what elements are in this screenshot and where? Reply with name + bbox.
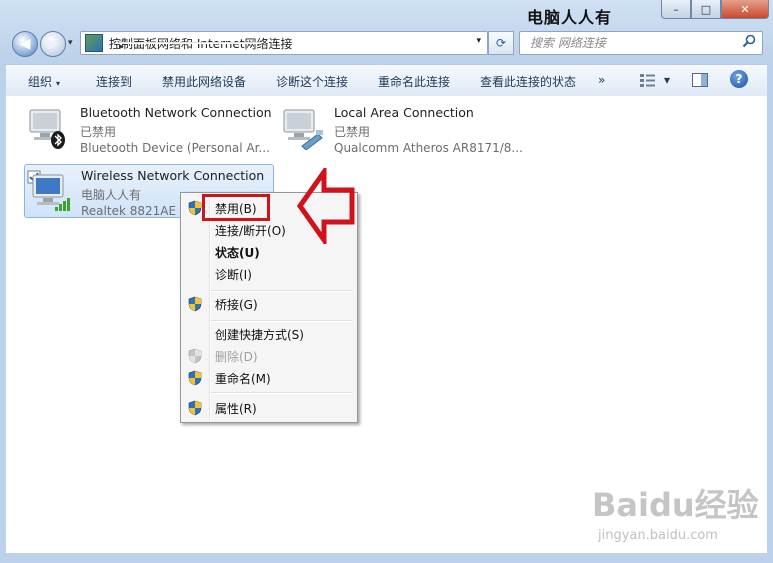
menu-item-label: 诊断(I) <box>215 268 252 282</box>
menu-item-delete: 删除(D) <box>183 345 353 367</box>
back-button[interactable]: ◀ <box>12 31 38 57</box>
connection-status: 电脑人人有 <box>81 188 142 202</box>
connection-status: 已禁用 <box>80 125 117 139</box>
view-status-button[interactable]: 查看此连接的状态 <box>480 73 576 90</box>
connect-to-button[interactable]: 连接到 <box>96 73 132 90</box>
connection-device: Realtek 8821AE W <box>81 204 192 218</box>
breadcrumb-separator[interactable]: ▸ <box>119 42 261 52</box>
preview-pane-icon[interactable] <box>692 73 708 87</box>
menu-item-label: 属性(R) <box>215 402 257 416</box>
diagnose-button[interactable]: 诊断这个连接 <box>276 73 348 90</box>
annotation-arrow-icon <box>296 164 356 248</box>
minimize-button[interactable]: – <box>661 0 691 19</box>
close-button[interactable]: ✕ <box>721 0 769 19</box>
rename-button[interactable]: 重命名此连接 <box>378 73 450 90</box>
uac-shield-icon <box>188 370 202 386</box>
control-panel-icon <box>85 34 103 52</box>
connection-status: 已禁用 <box>334 125 371 139</box>
organize-label: 组织 <box>28 75 53 89</box>
menu-separator <box>211 320 353 322</box>
menu-separator <box>211 392 353 394</box>
help-button[interactable]: ? <box>730 70 748 88</box>
connection-name: Local Area Connection <box>334 105 474 120</box>
watermark-url: jingyan.baidu.com <box>598 528 718 543</box>
menu-separator <box>211 290 353 292</box>
command-bar: 组织 ▾ 连接到 禁用此网络设备 诊断这个连接 重命名此连接 查看此连接的状态 »… <box>6 64 767 97</box>
disable-device-button[interactable]: 禁用此网络设备 <box>162 73 246 90</box>
organize-menu[interactable]: 组织 ▾ <box>28 73 60 90</box>
chevron-down-icon: ▾ <box>56 79 61 88</box>
navigation-bar: ◀ ▶ ▾ ▸ 控制面板 ▸ 网络和 Internet ▸ 网络连接 ▸ ▾ ⟳ <box>0 28 773 60</box>
window-controls: – □ ✕ <box>661 0 769 20</box>
more-commands-button[interactable]: » <box>598 73 605 87</box>
connection-local-area[interactable]: Local Area Connection 已禁用 Qualcomm Ather… <box>278 102 528 155</box>
wireless-network-icon <box>25 169 73 213</box>
connection-device: Qualcomm Atheros AR8171/8... <box>334 141 523 155</box>
search-input[interactable] <box>528 33 742 53</box>
uac-shield-icon <box>188 348 202 364</box>
connection-name: Wireless Network Connection <box>81 168 265 183</box>
baidu-watermark: Baidu经验 jingyan.baidu.com <box>592 480 762 550</box>
recent-pages-dropdown[interactable]: ▾ <box>68 38 73 48</box>
menu-item-properties[interactable]: 属性(R) <box>183 397 353 419</box>
watermark-brand: Baidu经验 <box>592 486 759 524</box>
change-view-icon[interactable] <box>640 73 656 87</box>
uac-shield-icon <box>188 200 202 216</box>
title-watermark: 电脑人人有 <box>527 8 613 27</box>
annotation-highlight-box <box>202 194 270 221</box>
menu-item-label: 连接/断开(O) <box>215 224 286 238</box>
forward-button[interactable]: ▶ <box>40 31 66 57</box>
bluetooth-network-icon <box>24 106 72 150</box>
address-dropdown-icon[interactable]: ▾ <box>476 36 481 46</box>
ethernet-network-icon <box>278 106 326 151</box>
connection-bluetooth[interactable]: Bluetooth Network Connection 已禁用 Bluetoo… <box>24 102 274 155</box>
explorer-window: 电脑人人有 – □ ✕ ◀ ▶ ▾ ▸ 控制面板 ▸ 网络和 Internet … <box>0 0 773 563</box>
uac-shield-icon <box>188 296 202 312</box>
menu-item-rename[interactable]: 重命名(M) <box>183 367 353 389</box>
menu-item-create-shortcut[interactable]: 创建快捷方式(S) <box>183 323 353 345</box>
uac-shield-icon <box>188 400 202 416</box>
menu-item-diagnose[interactable]: 诊断(I) <box>183 263 353 285</box>
breadcrumb: ▸ 控制面板 ▸ 网络和 Internet ▸ 网络连接 ▸ <box>109 35 293 53</box>
view-options-dropdown[interactable]: ▾ <box>664 73 670 87</box>
maximize-button[interactable]: □ <box>691 0 721 19</box>
search-icon[interactable] <box>742 34 756 52</box>
address-bar[interactable]: ▸ 控制面板 ▸ 网络和 Internet ▸ 网络连接 ▸ ▾ <box>80 31 488 55</box>
connection-device: Bluetooth Device (Personal Ar... <box>80 141 270 155</box>
menu-item-label: 桥接(G) <box>215 298 258 312</box>
refresh-button[interactable]: ⟳ <box>488 31 514 55</box>
menu-item-bridge[interactable]: 桥接(G) <box>183 293 353 315</box>
menu-item-label: 删除(D) <box>215 350 258 364</box>
menu-item-status[interactable]: 状态(U) <box>183 241 353 263</box>
menu-item-label: 创建快捷方式(S) <box>215 328 304 342</box>
menu-item-label: 状态(U) <box>215 246 260 260</box>
connection-name: Bluetooth Network Connection <box>80 105 272 120</box>
menu-item-label: 重命名(M) <box>215 372 271 386</box>
title-bar: 电脑人人有 – □ ✕ <box>0 0 773 28</box>
search-box <box>519 31 763 55</box>
